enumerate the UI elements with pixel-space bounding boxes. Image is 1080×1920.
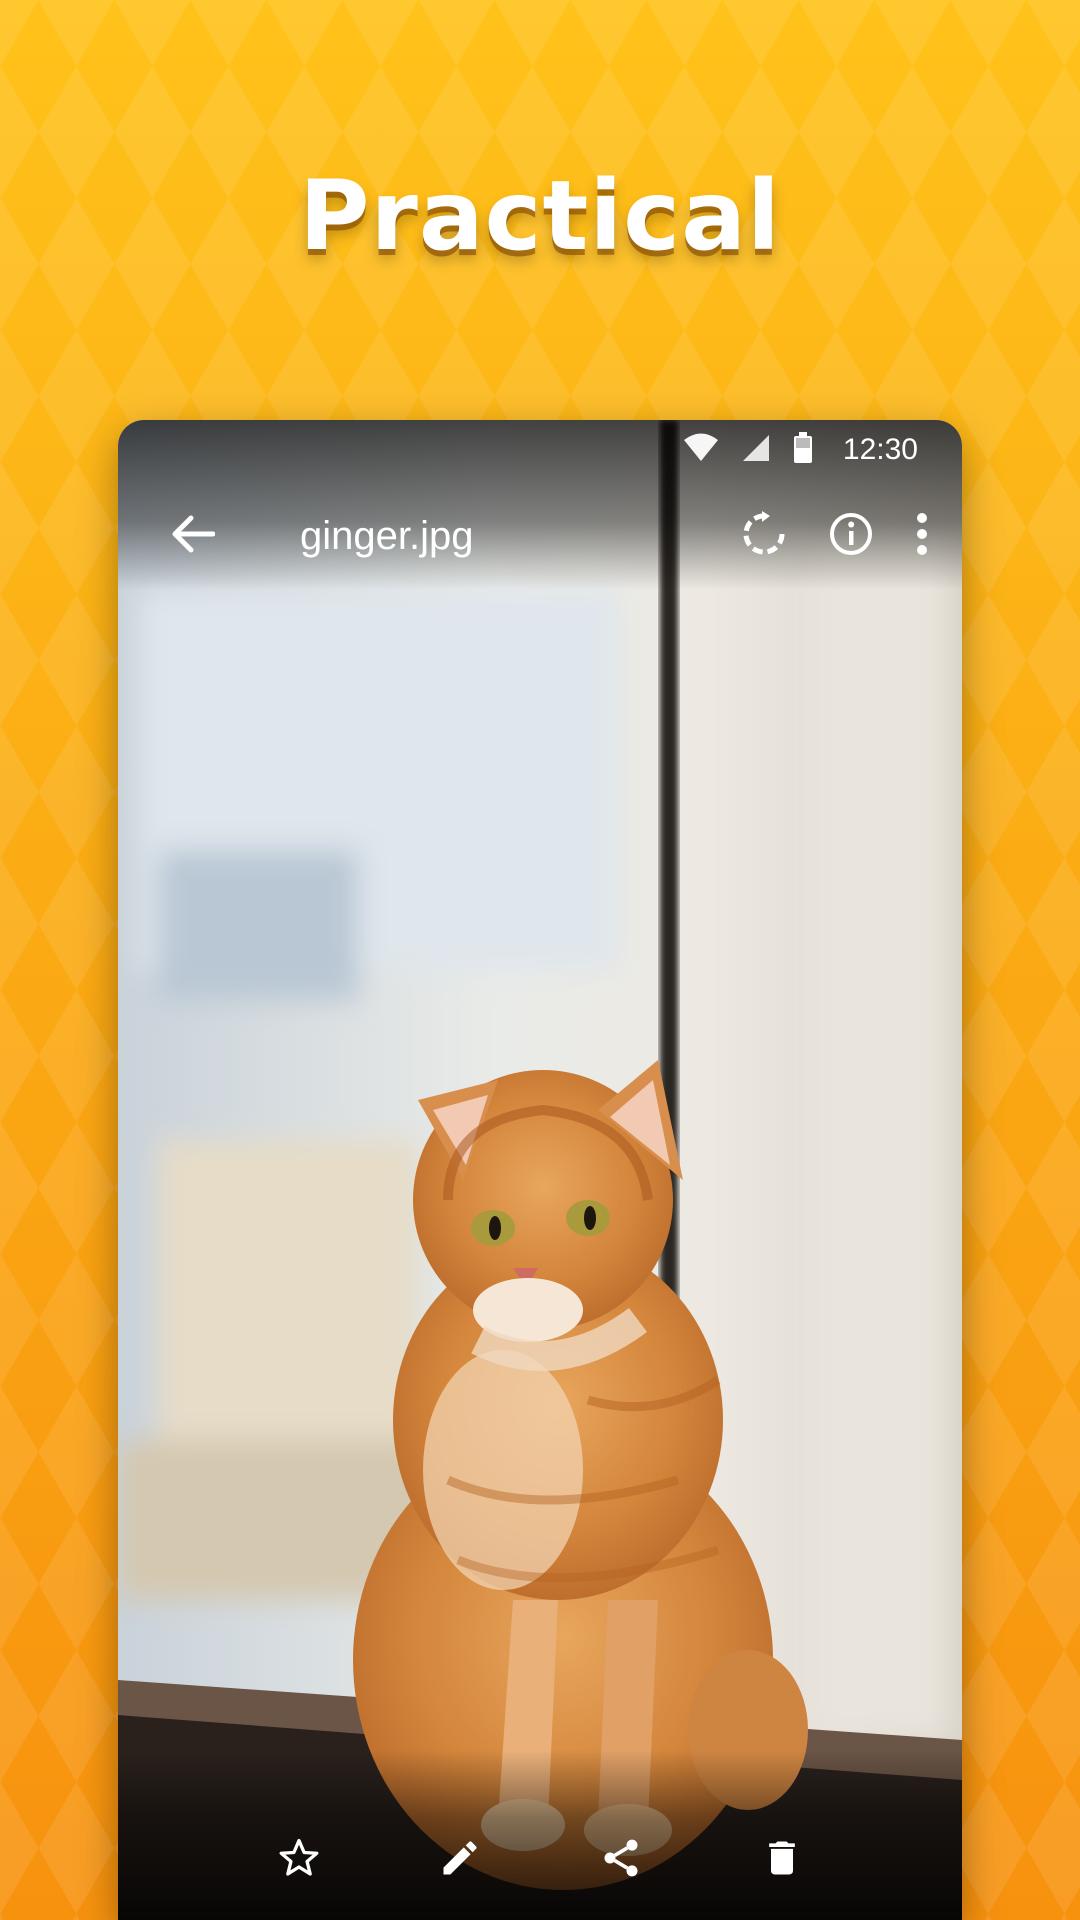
delete-button[interactable] <box>742 1820 822 1900</box>
edit-button[interactable] <box>420 1820 500 1900</box>
back-button[interactable] <box>158 501 228 571</box>
arrow-back-icon <box>171 514 216 559</box>
trash-icon <box>760 1836 804 1885</box>
share-button[interactable] <box>581 1820 661 1900</box>
info-button[interactable] <box>828 511 874 562</box>
headline: Practical <box>299 160 781 272</box>
star-outline-icon <box>277 1836 321 1885</box>
rotate-button[interactable] <box>740 510 788 563</box>
wifi-icon <box>683 433 719 468</box>
photo-illustration <box>118 420 962 1920</box>
favorite-button[interactable] <box>259 1820 339 1900</box>
status-time: 12:30 <box>842 433 918 466</box>
rotate-icon <box>740 510 788 563</box>
status-bar: 12:30 <box>118 420 962 480</box>
cat-photo[interactable] <box>118 420 962 1920</box>
share-icon <box>599 1836 643 1885</box>
info-icon <box>828 511 874 562</box>
viewer-toolbar: ginger.jpg <box>118 480 962 592</box>
signal-icon <box>741 433 771 468</box>
file-title: ginger.jpg <box>300 513 474 558</box>
battery-icon <box>793 431 813 469</box>
more-vert-icon <box>914 512 930 561</box>
phone-screen: 12:30 ginger.jpg <box>118 420 962 1920</box>
more-options-button[interactable] <box>914 512 930 561</box>
bottom-actions <box>118 1750 962 1920</box>
pencil-icon <box>438 1836 482 1885</box>
